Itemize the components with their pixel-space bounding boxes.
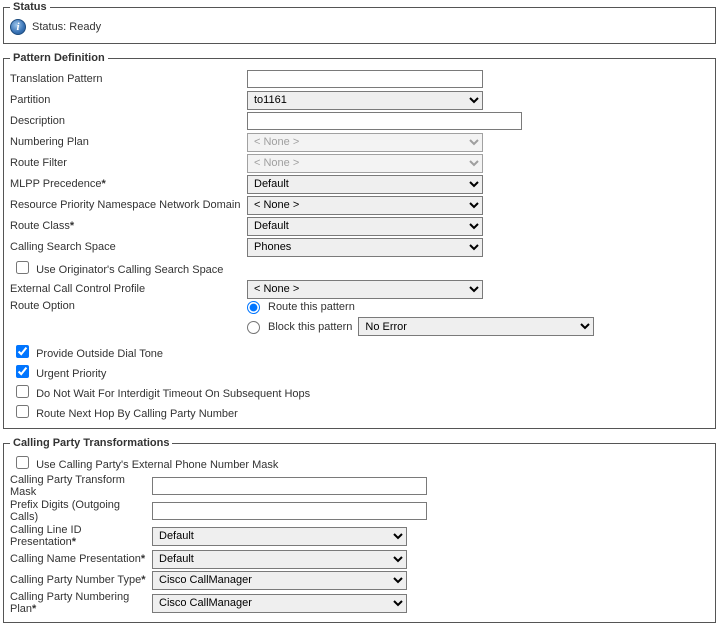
block-this-pattern-text: Block this pattern bbox=[268, 321, 352, 333]
name-presentation-label: Calling Name Presentation* bbox=[10, 553, 152, 565]
partition-select[interactable]: to1161 bbox=[247, 91, 483, 110]
route-next-hop-label[interactable]: Route Next Hop By Calling Party Number bbox=[16, 408, 238, 420]
pattern-definition-fieldset: Pattern Definition Translation Pattern P… bbox=[3, 52, 716, 429]
route-option-label: Route Option bbox=[10, 300, 247, 312]
numbering-plan-label: Numbering Plan bbox=[10, 136, 247, 148]
mlpp-precedence-select[interactable]: Default bbox=[247, 175, 483, 194]
translation-pattern-label: Translation Pattern bbox=[10, 73, 247, 85]
cp-numbering-plan-select[interactable]: Cisco CallManager bbox=[152, 594, 407, 613]
status-legend: Status bbox=[10, 1, 50, 13]
use-external-mask-label[interactable]: Use Calling Party's External Phone Numbe… bbox=[16, 459, 278, 471]
use-originators-css-label[interactable]: Use Originator's Calling Search Space bbox=[16, 264, 223, 276]
resource-priority-label: Resource Priority Namespace Network Doma… bbox=[10, 199, 247, 211]
description-input[interactable] bbox=[247, 112, 522, 130]
use-external-mask-checkbox[interactable] bbox=[16, 456, 29, 469]
cp-numbering-plan-label: Calling Party Numbering Plan* bbox=[10, 591, 152, 615]
translation-pattern-input[interactable] bbox=[247, 70, 483, 88]
pattern-definition-legend: Pattern Definition bbox=[10, 52, 108, 64]
calling-search-space-select[interactable]: Phones bbox=[247, 238, 483, 257]
block-reason-select[interactable]: No Error bbox=[358, 317, 594, 336]
route-next-hop-checkbox[interactable] bbox=[16, 405, 29, 418]
info-icon: i bbox=[10, 19, 26, 35]
route-filter-select: < None > bbox=[247, 154, 483, 173]
provide-dial-tone-label[interactable]: Provide Outside Dial Tone bbox=[16, 348, 163, 360]
calling-party-legend: Calling Party Transformations bbox=[10, 437, 172, 449]
prefix-digits-input[interactable] bbox=[152, 502, 427, 520]
transform-mask-label: Calling Party Transform Mask bbox=[10, 474, 152, 498]
name-presentation-select[interactable]: Default bbox=[152, 550, 407, 569]
description-label: Description bbox=[10, 115, 247, 127]
status-line: i Status: Ready bbox=[10, 17, 709, 37]
do-not-wait-checkbox[interactable] bbox=[16, 385, 29, 398]
do-not-wait-label[interactable]: Do Not Wait For Interdigit Timeout On Su… bbox=[16, 388, 310, 400]
urgent-priority-label[interactable]: Urgent Priority bbox=[16, 368, 106, 380]
resource-priority-select[interactable]: < None > bbox=[247, 196, 483, 215]
urgent-priority-checkbox[interactable] bbox=[16, 365, 29, 378]
status-fieldset: Status i Status: Ready bbox=[3, 1, 716, 44]
route-this-pattern-radio[interactable] bbox=[247, 301, 260, 314]
external-call-control-label: External Call Control Profile bbox=[10, 283, 247, 295]
calling-party-fieldset: Calling Party Transformations Use Callin… bbox=[3, 437, 716, 623]
route-class-select[interactable]: Default bbox=[247, 217, 483, 236]
status-text: Status: Ready bbox=[32, 21, 101, 33]
number-type-select[interactable]: Cisco CallManager bbox=[152, 571, 407, 590]
line-id-presentation-select[interactable]: Default bbox=[152, 527, 407, 546]
partition-label: Partition bbox=[10, 94, 247, 106]
numbering-plan-select: < None > bbox=[247, 133, 483, 152]
transform-mask-input[interactable] bbox=[152, 477, 427, 495]
use-originators-css-checkbox[interactable] bbox=[16, 261, 29, 274]
prefix-digits-label: Prefix Digits (Outgoing Calls) bbox=[10, 499, 152, 523]
route-this-pattern-text: Route this pattern bbox=[268, 301, 355, 313]
route-filter-label: Route Filter bbox=[10, 157, 247, 169]
route-class-label: Route Class* bbox=[10, 220, 247, 232]
external-call-control-select[interactable]: < None > bbox=[247, 280, 483, 299]
block-this-pattern-radio[interactable] bbox=[247, 321, 260, 334]
calling-search-space-label: Calling Search Space bbox=[10, 241, 247, 253]
number-type-label: Calling Party Number Type* bbox=[10, 574, 152, 586]
line-id-presentation-label: Calling Line ID Presentation* bbox=[10, 524, 152, 548]
provide-dial-tone-checkbox[interactable] bbox=[16, 345, 29, 358]
mlpp-precedence-label: MLPP Precedence* bbox=[10, 178, 247, 190]
